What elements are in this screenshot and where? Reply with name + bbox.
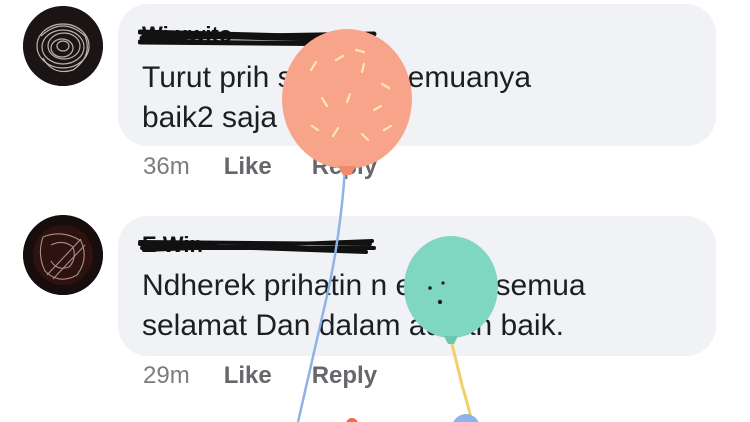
comment-meta: 36m Like Reply [143,152,377,182]
redaction-scribble [138,29,377,47]
partial-balloon-icon [346,418,358,422]
comment-text: Turut prih semoga semuanya baik2 saja [142,61,532,134]
comment-time[interactable]: 36m [143,153,190,180]
like-button[interactable]: Like [224,153,272,180]
reply-button[interactable]: Reply [312,362,377,389]
redaction-scribble [138,239,376,254]
like-button[interactable]: Like [224,362,272,389]
comment-time[interactable]: 29m [143,362,190,389]
comment-text: Ndherek prihatin n emoga semua selamat D… [142,269,586,342]
partial-balloon-icon [453,414,479,422]
avatar[interactable] [23,6,103,86]
avatar[interactable] [23,215,103,295]
reply-button[interactable]: Reply [312,153,377,180]
comment-meta: 29m Like Reply [143,361,377,391]
